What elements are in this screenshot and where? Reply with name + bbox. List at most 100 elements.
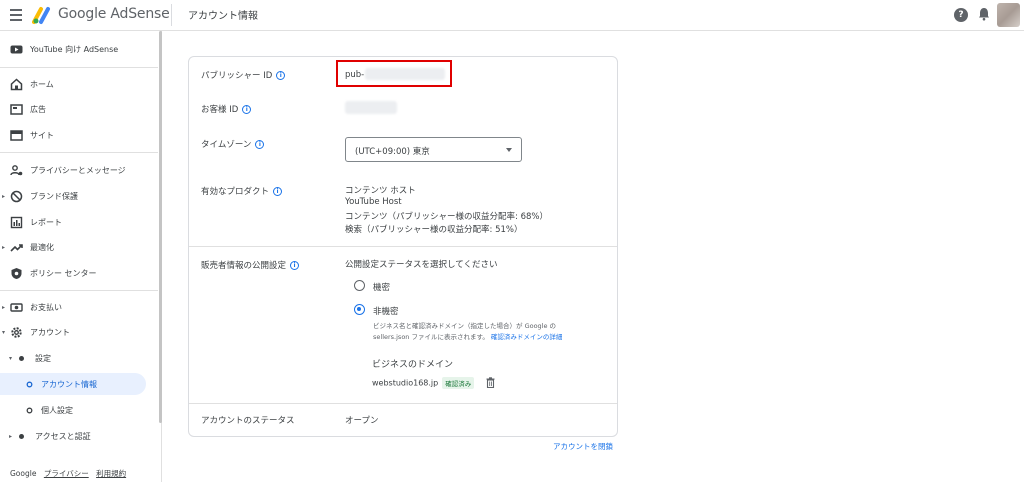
domain-row: webstudio168.jp 確認済み	[372, 377, 475, 389]
desc-text: sellers.json ファイルに表示されます。	[373, 333, 489, 341]
sidebar-item-label: YouTube 向け AdSense	[30, 44, 119, 54]
dot-icon	[19, 433, 24, 439]
divider	[189, 403, 617, 404]
trending-icon	[10, 243, 23, 252]
sidebar-item-label: 最適化	[30, 242, 54, 252]
caret-right-icon: ▸	[2, 303, 6, 311]
footer-google: Google	[10, 469, 37, 478]
caret-down-icon: ▾	[9, 354, 13, 362]
block-icon	[10, 190, 23, 202]
page-title: アカウント情報	[188, 11, 258, 22]
sidebar-item-optimize[interactable]: ▸ 最適化	[0, 236, 158, 258]
sidebar-item-personal[interactable]: 個人設定	[0, 399, 158, 421]
sidebar-item-label: レポート	[30, 217, 62, 227]
sidebar-item-label: ポリシー センター	[30, 268, 97, 278]
sidebar-item-account-info[interactable]: アカウント情報	[0, 373, 146, 395]
publisher-id-label: パブリッシャー ID i	[201, 69, 286, 81]
sidebar-item-policy[interactable]: ポリシー センター	[0, 262, 158, 284]
sidebar-item-access[interactable]: ▸ アクセスと認証	[0, 425, 158, 447]
sidebar-item-ads[interactable]: 広告	[0, 98, 158, 120]
timezone-label: タイムゾーン i	[201, 138, 265, 150]
youtube-icon	[10, 45, 23, 53]
divider	[0, 67, 158, 68]
product-item: コンテンツ ホスト	[345, 186, 416, 196]
sidebar-item-settings[interactable]: ▾ 設定	[0, 347, 158, 369]
circle-outline-icon	[26, 381, 33, 387]
avatar[interactable]	[997, 3, 1020, 27]
terms-link[interactable]: 利用規約	[96, 469, 126, 478]
sidebar-item-label: ホーム	[30, 79, 54, 89]
divider	[171, 4, 172, 26]
nonconfidential-radio[interactable]	[354, 304, 365, 315]
divider	[0, 290, 158, 291]
confidential-label: 機密	[373, 283, 391, 293]
seller-visibility-label: 販売者情報の公開設定 i	[201, 259, 300, 271]
caret-right-icon: ▸	[2, 243, 6, 251]
top-bar: Google AdSense アカウント情報 ?	[0, 0, 1024, 31]
sidebar-item-privacy[interactable]: プライバシーとメッセージ	[0, 159, 158, 181]
sidebar-item-label: 設定	[35, 353, 51, 363]
account-status-value: オープン	[345, 416, 379, 426]
nonconfidential-label: 非機密	[373, 307, 399, 317]
help-icon[interactable]: ?	[954, 8, 968, 22]
sidebar-item-youtube[interactable]: YouTube 向け AdSense	[0, 38, 158, 60]
publisher-id-value: pub-	[345, 70, 365, 80]
blurred-value	[365, 68, 445, 80]
menu-icon[interactable]	[10, 9, 22, 21]
gear-icon	[11, 326, 22, 338]
divider	[189, 246, 617, 247]
seller-prompt: 公開設定ステータスを選択してください	[345, 260, 498, 270]
sidebar-item-payments[interactable]: ▸ お支払い	[0, 296, 158, 318]
reports-icon	[10, 216, 23, 228]
sidebar-item-label: 個人設定	[41, 405, 73, 415]
caret-right-icon: ▸	[2, 192, 6, 200]
label-text: お客様 ID	[201, 105, 239, 115]
account-status-label: アカウントのステータス	[201, 416, 295, 426]
info-icon[interactable]: i	[276, 71, 286, 80]
account-info-card: パブリッシャー ID i pub- お客様 ID i タイムゾーン i (UTC+09…	[188, 56, 618, 437]
info-icon[interactable]: i	[290, 261, 300, 270]
sidebar-item-label: 広告	[30, 104, 46, 114]
app-logo-text: Google AdSense	[58, 6, 170, 22]
timezone-value: (UTC+09:00) 東京	[355, 147, 430, 157]
info-icon[interactable]: i	[242, 105, 252, 114]
timezone-select[interactable]: (UTC+09:00) 東京	[345, 137, 522, 162]
sidebar-item-brand[interactable]: ▸ ブランド保護	[0, 185, 158, 207]
products-label: 有効なプロダクト i	[201, 185, 283, 197]
sidebar-item-label: アカウント	[30, 327, 70, 337]
nonconfidential-desc: sellers.json ファイルに表示されます。 確認済みドメインの詳細	[373, 331, 562, 341]
sidebar-item-label: ブランド保護	[30, 191, 78, 201]
label-text: パブリッシャー ID	[201, 71, 273, 81]
bell-icon[interactable]	[978, 7, 990, 21]
domain-heading: ビジネスのドメイン	[372, 360, 454, 370]
sidebar-item-label: プライバシーとメッセージ	[30, 165, 126, 175]
product-item: 検索（パブリッシャー様の収益分配率: 51%）	[345, 225, 523, 235]
info-icon[interactable]: i	[273, 187, 283, 196]
label-text: タイムゾーン	[201, 140, 252, 150]
adsense-logo-icon	[32, 7, 50, 24]
nonconfidential-desc: ビジネス名と確認済みドメイン（指定した場合）が Google の	[373, 322, 557, 330]
sidebar-item-label: アクセスと認証	[35, 431, 91, 441]
close-account-link[interactable]: アカウントを閉鎖	[553, 441, 613, 452]
sidebar-item-sites[interactable]: サイト	[0, 124, 158, 146]
sites-icon	[10, 129, 23, 141]
privacy-link[interactable]: プライバシー	[44, 469, 89, 478]
sidebar-item-label: サイト	[30, 130, 54, 140]
label-text: 有効なプロダクト	[201, 187, 270, 197]
scrollbar[interactable]	[159, 31, 162, 423]
info-icon[interactable]: i	[255, 140, 265, 149]
caret-down-icon: ▾	[2, 328, 6, 336]
domain-details-link[interactable]: 確認済みドメインの詳細	[491, 333, 563, 341]
sidebar-item-home[interactable]: ホーム	[0, 73, 158, 95]
sidebar-item-label: アカウント情報	[41, 379, 97, 389]
label-text: 販売者情報の公開設定	[201, 261, 287, 271]
trash-icon[interactable]	[486, 377, 495, 388]
product-item: コンテンツ（パブリッシャー様の収益分配率: 68%）	[345, 212, 548, 222]
verified-badge: 確認済み	[442, 377, 475, 389]
caret-right-icon: ▸	[9, 432, 13, 440]
sidebar-item-reports[interactable]: レポート	[0, 211, 158, 233]
confidential-radio[interactable]	[354, 280, 365, 291]
circle-outline-icon	[26, 407, 33, 413]
sidebar-footer: Google プライバシー 利用規約	[10, 468, 126, 479]
sidebar-item-account[interactable]: ▾ アカウント	[0, 321, 158, 343]
